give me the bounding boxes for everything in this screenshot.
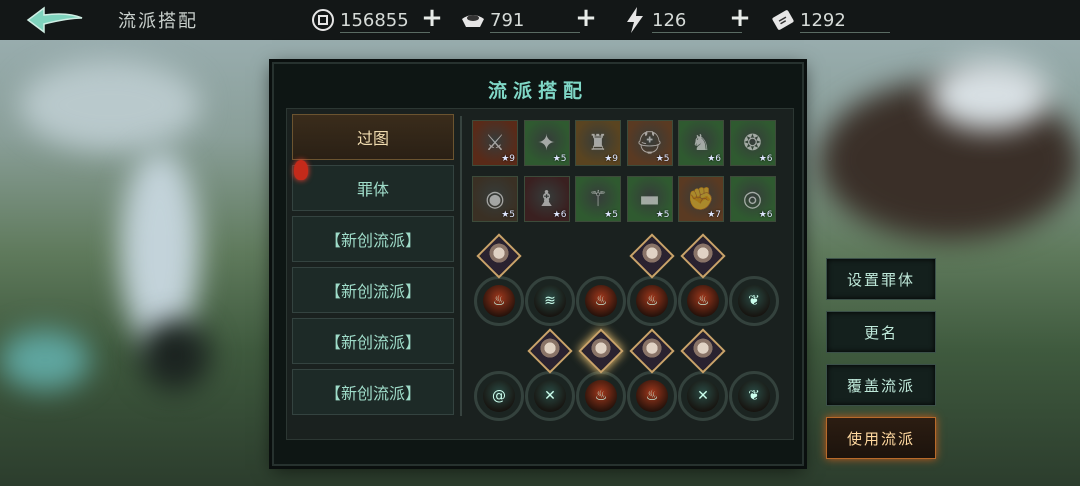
lightning-icon: [622, 7, 648, 33]
energy-resource: 126: [622, 5, 742, 35]
item-level: ★9: [501, 154, 515, 164]
cross-slot-icon: ✕: [534, 380, 566, 412]
water-blur: [0, 330, 90, 390]
overwrite-loadout-button[interactable]: 覆盖流派: [826, 364, 936, 406]
panel-divider: [460, 116, 462, 416]
equipment-slot[interactable]: ◎ ★6: [729, 176, 776, 222]
fire-slot-icon: ♨: [636, 380, 668, 412]
tab-loadout-5[interactable]: 【新创流派】: [292, 318, 454, 364]
ingot-icon: [460, 7, 486, 33]
equipment-slot[interactable]: ⛑ ★5: [626, 120, 673, 166]
skill-slot[interactable]: ❦: [729, 276, 779, 326]
item-level: ★6: [758, 154, 773, 164]
item-level: ★5: [501, 210, 515, 220]
wave-slot-icon: ≋: [534, 285, 566, 317]
equipment-slot[interactable]: ⚔ ★9: [472, 120, 518, 166]
tab-loadout-2[interactable]: 罪体: [292, 165, 454, 211]
skill-slot[interactable]: ♨: [678, 276, 728, 326]
cross-slot-icon: ✕: [687, 380, 719, 412]
skill-slot[interactable]: ♨: [474, 276, 524, 326]
fire-slot-icon: ♨: [483, 285, 515, 317]
skill-slot[interactable]: ✕: [678, 371, 728, 421]
equipment-slot[interactable]: ♝ ★6: [523, 176, 570, 222]
use-loadout-button[interactable]: 使用流派: [826, 417, 936, 459]
equipment-slot[interactable]: ▬ ★5: [626, 176, 673, 222]
add-energy-button[interactable]: +: [728, 5, 752, 31]
equipment-slot[interactable]: ⚚ ★5: [575, 176, 621, 222]
skill-slot[interactable]: ♨: [576, 276, 626, 326]
equipment-slot[interactable]: ❂ ★6: [729, 120, 776, 166]
ticket-resource: 1292: [770, 5, 890, 35]
back-button[interactable]: [24, 4, 86, 36]
joystick-blur: [140, 320, 210, 390]
equipment-slot[interactable]: ◉ ★5: [472, 176, 518, 222]
flame-slot-icon: ♨: [585, 285, 617, 317]
tab-loadout-6[interactable]: 【新创流派】: [292, 369, 454, 415]
add-coin-button[interactable]: +: [420, 5, 444, 31]
spirit-slot-icon: ❦: [738, 380, 770, 412]
ticket-value: 1292: [800, 9, 846, 31]
cloud-right: [930, 60, 1050, 130]
ticket-underline: [800, 32, 890, 33]
item-level: ★6: [552, 210, 567, 220]
rename-button[interactable]: 更名: [826, 311, 936, 353]
item-level: ★5: [604, 210, 618, 220]
skill-slot[interactable]: ≋: [525, 276, 575, 326]
skill-slot[interactable]: ❦: [729, 371, 779, 421]
fire-slot-icon: ♨: [585, 380, 617, 412]
skill-slot[interactable]: ♨: [627, 371, 677, 421]
top-bar: 流派搭配 156855 + 791 + 126 + 1292: [0, 0, 1080, 40]
coin-icon: [310, 7, 336, 33]
skill-slot[interactable]: ✕: [525, 371, 575, 421]
skill-slot[interactable]: ♨: [576, 371, 626, 421]
item-level: ★7: [707, 210, 721, 220]
ingot-value: 791: [490, 9, 525, 31]
tab-loadout-1[interactable]: 过图: [292, 114, 454, 160]
item-level: ★6: [707, 154, 721, 164]
coin-resource: 156855: [310, 5, 430, 35]
item-level: ★5: [655, 154, 670, 164]
ingot-resource: 791: [460, 5, 580, 35]
coin-value: 156855: [340, 9, 409, 31]
tab-loadout-4[interactable]: 【新创流派】: [292, 267, 454, 313]
skill-slot[interactable]: @: [474, 371, 524, 421]
add-ingot-button[interactable]: +: [574, 5, 598, 31]
equipment-slot[interactable]: ♞ ★6: [678, 120, 724, 166]
ticket-icon: [770, 7, 796, 33]
set-body-button[interactable]: 设置罪体: [826, 258, 936, 300]
tab-loadout-3[interactable]: 【新创流派】: [292, 216, 454, 262]
equipment-slot[interactable]: ✊ ★7: [678, 176, 724, 222]
cloud: [20, 60, 200, 150]
page-title: 流派搭配: [118, 11, 198, 32]
item-level: ★6: [758, 210, 773, 220]
equipment-slot[interactable]: ♜ ★9: [575, 120, 621, 166]
notification-dot: [294, 160, 308, 180]
skill-slot[interactable]: ♨: [627, 276, 677, 326]
coin-underline: [340, 32, 430, 33]
fire-slot-icon: ♨: [636, 285, 668, 317]
blurred-figure: [120, 150, 200, 350]
back-arrow-icon: [26, 6, 83, 34]
item-level: ★5: [655, 210, 670, 220]
spiral-slot-icon: @: [483, 380, 515, 412]
item-level: ★9: [604, 154, 618, 164]
spirit-slot-icon: ❦: [738, 285, 770, 317]
item-level: ★5: [552, 154, 567, 164]
energy-value: 126: [652, 9, 687, 31]
panel-title: 流派搭配: [487, 80, 588, 102]
fire-slot-icon: ♨: [687, 285, 719, 317]
equipment-slot[interactable]: ✦ ★5: [523, 120, 570, 166]
ingot-underline: [490, 32, 580, 33]
loadout-panel: 流派搭配 过图 罪体 【新创流派】 【新创流派】 【新创流派】 【新创流派】 ⚔…: [272, 62, 804, 466]
